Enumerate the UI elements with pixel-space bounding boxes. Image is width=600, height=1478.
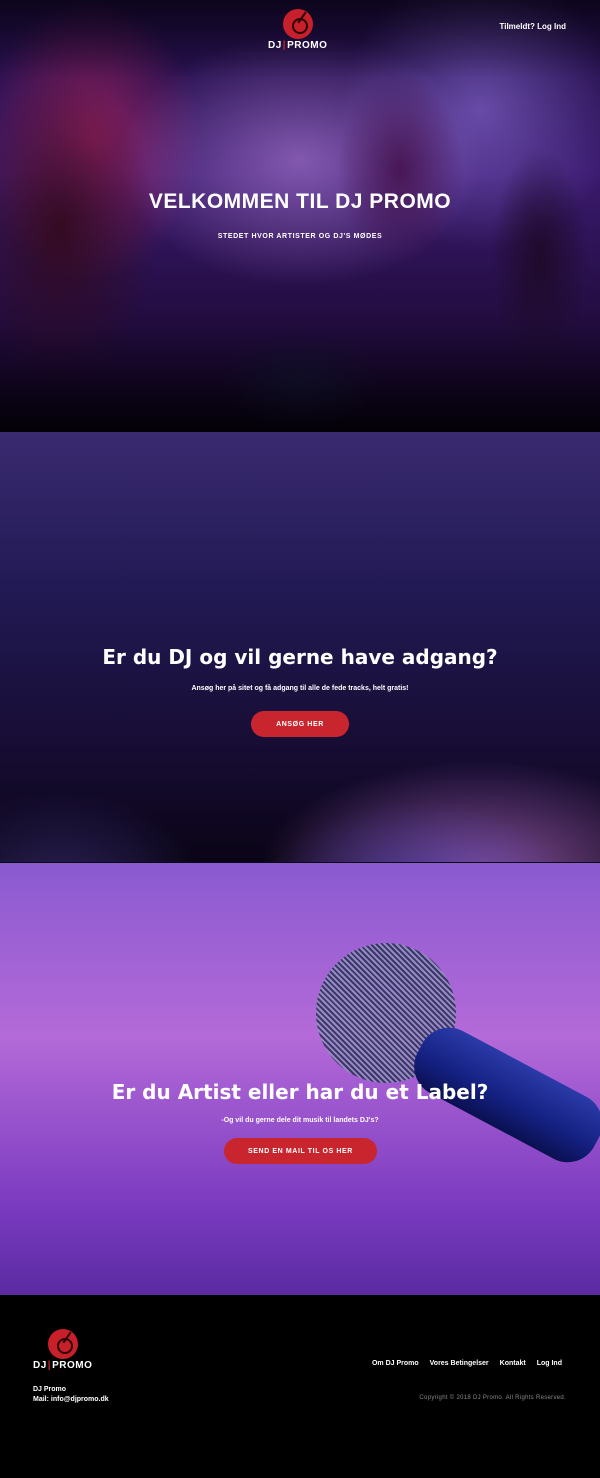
footer-link-terms[interactable]: Vores Betingelser xyxy=(430,1360,489,1367)
dj-section-title: Er du DJ og vil gerne have adgang? xyxy=(102,645,498,669)
vinyl-record-icon xyxy=(47,1329,78,1359)
vinyl-record-icon xyxy=(282,9,313,39)
footer-contact-info: DJ Promo Mail: info@djpromo.dk xyxy=(33,1385,109,1405)
dj-signup-section: Er du DJ og vil gerne have adgang? Ansøg… xyxy=(0,432,600,863)
footer-company-name: DJ Promo xyxy=(33,1386,67,1393)
footer: DJ|PROMO Om DJ Promo Vores Betingelser K… xyxy=(0,1295,600,1478)
dj-section-subtitle: Ansøg her på sitet og få adgang til alle… xyxy=(191,685,409,692)
hero-title: VELKOMMEN TIL DJ PROMO xyxy=(148,190,452,213)
artist-section-subtitle: -Og vil du gerne dele dit musik til land… xyxy=(221,1117,379,1124)
hero-subtitle: STEDET HVOR ARTISTER OG DJ'S MØDES xyxy=(217,233,383,240)
apply-button[interactable]: ANSØG HER xyxy=(251,711,349,737)
copyright-text: Copyright © 2018 DJ Promo. All Rights Re… xyxy=(419,1395,566,1401)
logo-wordmark: DJ|PROMO xyxy=(268,40,328,51)
artist-section: Er du Artist eller har du et Label? -Og … xyxy=(0,863,600,1295)
footer-link-login[interactable]: Log Ind xyxy=(537,1360,562,1367)
hero-section: DJ|PROMO Tilmeldt? Log Ind VELKOMMEN TIL… xyxy=(0,0,600,432)
login-link[interactable]: Tilmeldt? Log Ind xyxy=(499,22,566,31)
footer-link-contact[interactable]: Kontakt xyxy=(500,1360,526,1367)
send-mail-button[interactable]: SEND EN MAIL TIL OS HER xyxy=(224,1138,377,1164)
footer-email[interactable]: Mail: info@djpromo.dk xyxy=(33,1395,109,1405)
site-logo[interactable]: DJ|PROMO xyxy=(268,9,327,51)
footer-logo-wordmark: DJ|PROMO xyxy=(33,1360,93,1371)
artist-section-title: Er du Artist eller har du et Label? xyxy=(111,1080,489,1104)
footer-link-about[interactable]: Om DJ Promo xyxy=(372,1360,419,1367)
footer-nav: Om DJ Promo Vores Betingelser Kontakt Lo… xyxy=(372,1360,562,1367)
footer-logo[interactable]: DJ|PROMO xyxy=(33,1329,92,1371)
